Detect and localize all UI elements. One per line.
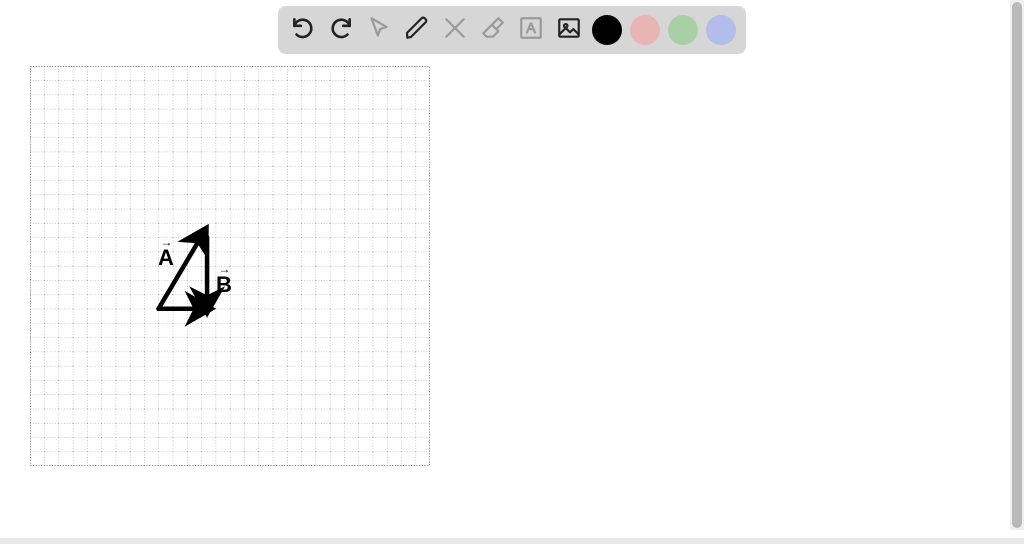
vector-label-b: → B: [216, 266, 232, 298]
scrollbar-thumb[interactable]: [1012, 2, 1022, 528]
color-swatch-purple[interactable]: [706, 15, 736, 45]
pencil-tool-button[interactable]: [402, 15, 432, 45]
redo-icon: [328, 15, 354, 46]
image-icon: [556, 15, 582, 46]
tools-button[interactable]: [440, 15, 470, 45]
color-swatch-black[interactable]: [592, 15, 622, 45]
image-tool-button[interactable]: [554, 15, 584, 45]
pointer-icon: [366, 15, 392, 46]
color-swatch-pink[interactable]: [630, 15, 660, 45]
pencil-icon: [404, 15, 430, 46]
tools-icon: [442, 15, 468, 46]
drawing-canvas[interactable]: → A → B: [30, 66, 430, 466]
text-icon: [518, 15, 544, 46]
app-root: → A → B: [0, 0, 1024, 548]
eraser-icon: [480, 15, 506, 46]
color-swatch-green[interactable]: [668, 15, 698, 45]
redo-button[interactable]: [326, 15, 356, 45]
text-tool-button[interactable]: [516, 15, 546, 45]
footer-divider: [0, 538, 1024, 544]
pointer-tool-button[interactable]: [364, 15, 394, 45]
vector-label-a: → A: [158, 239, 174, 271]
undo-icon: [290, 15, 316, 46]
eraser-tool-button[interactable]: [478, 15, 508, 45]
vertical-scrollbar[interactable]: [1010, 0, 1024, 530]
toolbar: [278, 6, 746, 54]
undo-button[interactable]: [288, 15, 318, 45]
